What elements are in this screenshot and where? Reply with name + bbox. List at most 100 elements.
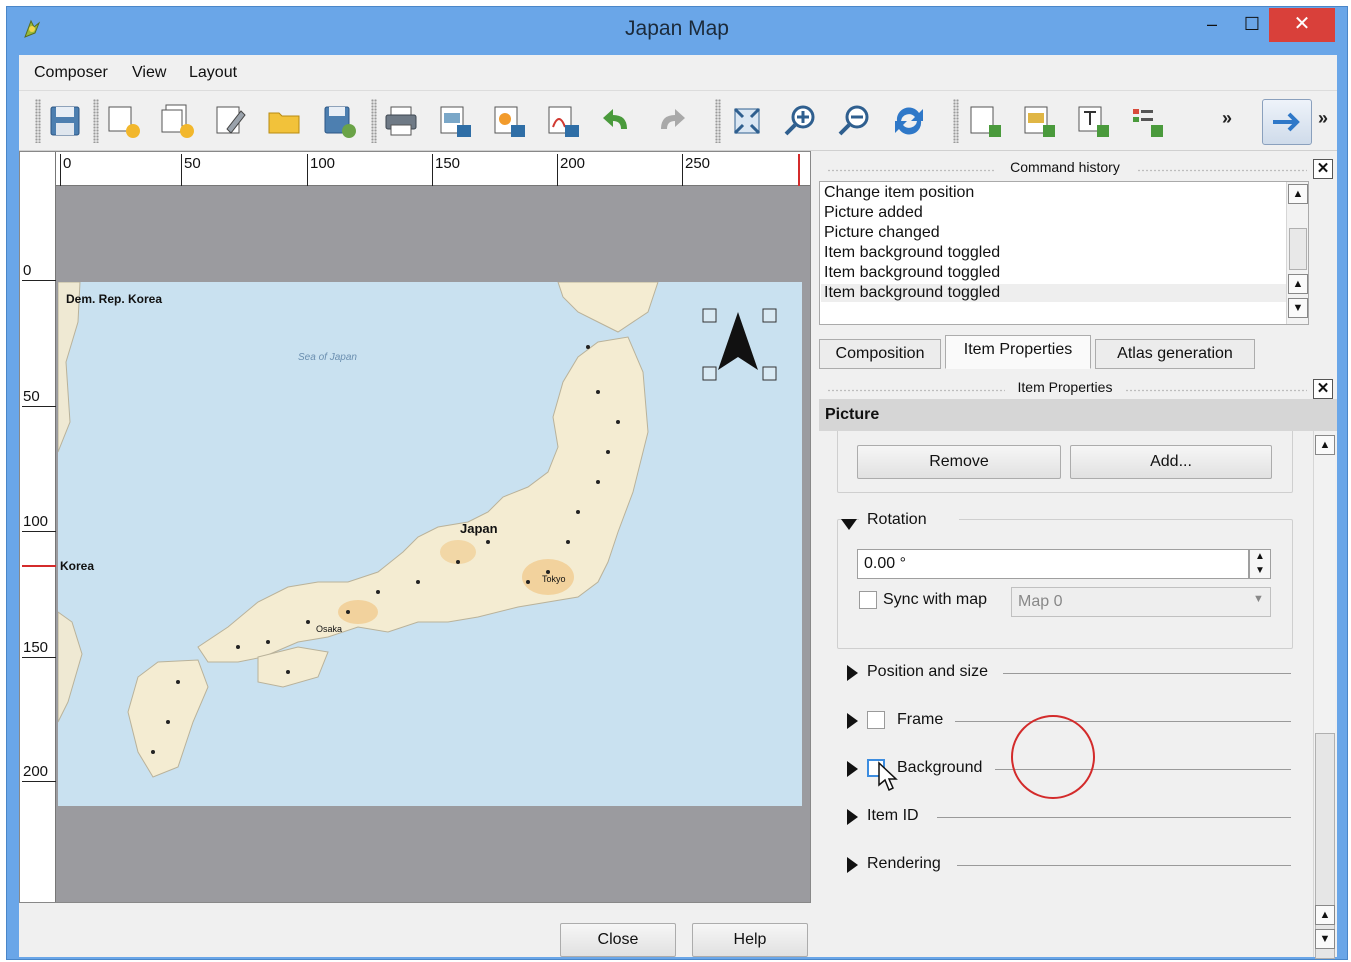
item-properties-close-button[interactable]: ✕ xyxy=(1313,379,1333,399)
zoom-out-icon[interactable] xyxy=(835,101,875,141)
toolbar-grip[interactable] xyxy=(371,99,377,143)
save-template-icon[interactable] xyxy=(319,101,359,141)
rotation-spinner[interactable]: ▲ ▼ xyxy=(1249,549,1271,579)
toolbar-grip[interactable] xyxy=(715,99,721,143)
export-svg-icon[interactable] xyxy=(489,101,529,141)
toolbar-overflow-button-2[interactable]: » xyxy=(1318,108,1328,129)
export-pdf-icon[interactable] xyxy=(543,101,583,141)
japan-map-image xyxy=(58,282,802,806)
history-item[interactable]: Picture added xyxy=(824,204,923,222)
add-button[interactable]: Add... xyxy=(1070,445,1272,479)
properties-scrollbar[interactable]: ▲ ▲ ▼ xyxy=(1313,431,1335,959)
frame-checkbox[interactable] xyxy=(867,711,885,729)
item-id-expand-icon[interactable] xyxy=(847,809,858,825)
position-size-label[interactable]: Position and size xyxy=(867,663,988,681)
scroll-up-button[interactable]: ▲ xyxy=(1288,274,1308,294)
ruler-label: 50 xyxy=(23,388,40,405)
frame-label[interactable]: Frame xyxy=(897,711,943,729)
mouse-cursor-icon xyxy=(878,761,898,792)
zoom-full-icon[interactable] xyxy=(727,101,767,141)
ruler-label: 0 xyxy=(63,155,72,172)
item-properties-title-bar[interactable]: Item Properties xyxy=(819,379,1311,401)
command-history-title-bar[interactable]: Command history xyxy=(819,159,1311,181)
right-dock: Command history ✕ Change item position P… xyxy=(819,151,1337,959)
history-item[interactable]: Picture changed xyxy=(824,224,940,242)
map-label-tokyo: Tokyo xyxy=(542,574,566,584)
duplicate-composer-icon[interactable] xyxy=(157,101,197,141)
menu-view[interactable]: View xyxy=(132,64,166,82)
refresh-icon[interactable] xyxy=(889,101,929,141)
menu-bar: Composer View Layout xyxy=(19,55,1337,91)
help-button[interactable]: Help xyxy=(692,923,808,957)
rotation-collapse-icon[interactable] xyxy=(841,519,857,530)
command-history-close-button[interactable]: ✕ xyxy=(1313,159,1333,179)
map-label-sea: Sea of Japan xyxy=(298,352,357,363)
rendering-label[interactable]: Rendering xyxy=(867,855,941,873)
add-legend-icon[interactable] xyxy=(1127,101,1167,141)
ruler-label: 200 xyxy=(23,763,49,780)
map-label-japan: Japan xyxy=(460,521,498,536)
remove-button[interactable]: Remove xyxy=(857,445,1061,479)
chevron-down-icon: ▼ xyxy=(1253,593,1264,605)
background-expand-icon[interactable] xyxy=(847,761,858,777)
print-icon[interactable] xyxy=(381,101,421,141)
composer-window: Japan Map – ☐ ✕ Composer View Layout » »… xyxy=(6,6,1348,960)
close-window-button[interactable]: ✕ xyxy=(1269,8,1335,42)
annotation-circle xyxy=(1011,715,1095,799)
ruler-label: 50 xyxy=(184,155,201,172)
menu-composer[interactable]: Composer xyxy=(34,64,108,82)
rotation-input[interactable]: 0.00 ° xyxy=(857,549,1249,579)
redo-icon[interactable] xyxy=(651,101,691,141)
history-item-selected[interactable]: Item background toggled xyxy=(821,284,1307,302)
history-item[interactable]: Item background toggled xyxy=(824,264,1000,282)
export-image-icon[interactable] xyxy=(435,101,475,141)
add-label-icon[interactable] xyxy=(1073,101,1113,141)
close-button[interactable]: Close xyxy=(560,923,676,957)
scroll-up-button[interactable]: ▲ xyxy=(1315,905,1335,925)
ruler-label: 100 xyxy=(310,155,336,172)
undo-icon[interactable] xyxy=(597,101,637,141)
item-properties-title: Item Properties xyxy=(1017,379,1113,395)
zoom-in-icon[interactable] xyxy=(781,101,821,141)
open-template-icon[interactable] xyxy=(265,101,305,141)
toolbar-grip[interactable] xyxy=(953,99,959,143)
ruler-label: 200 xyxy=(560,155,586,172)
add-image-icon[interactable] xyxy=(1019,101,1059,141)
map-label-osaka: Osaka xyxy=(316,624,343,634)
new-composer-icon[interactable] xyxy=(103,101,143,141)
composer-manager-icon[interactable] xyxy=(211,101,251,141)
history-scrollbar[interactable]: ▲ ▲ ▼ xyxy=(1286,182,1308,324)
add-map-icon[interactable] xyxy=(965,101,1005,141)
scroll-up-button[interactable]: ▲ xyxy=(1288,184,1308,204)
scroll-down-button[interactable]: ▼ xyxy=(1288,298,1308,318)
scroll-thumb[interactable] xyxy=(1315,733,1335,959)
scroll-down-button[interactable]: ▼ xyxy=(1315,929,1335,949)
toolbar-grip[interactable] xyxy=(93,99,99,143)
tab-composition[interactable]: Composition xyxy=(819,339,941,369)
title-bar[interactable]: Japan Map – ☐ ✕ xyxy=(7,7,1347,55)
north-arrow-picture[interactable] xyxy=(702,308,778,381)
select-move-tool-button[interactable] xyxy=(1262,99,1312,145)
rendering-expand-icon[interactable] xyxy=(847,857,858,873)
map-combo[interactable]: Map 0 xyxy=(1011,587,1271,617)
position-size-expand-icon[interactable] xyxy=(847,665,858,681)
ruler-label: 150 xyxy=(23,639,49,656)
history-item[interactable]: Item background toggled xyxy=(824,244,1000,262)
tab-atlas-generation[interactable]: Atlas generation xyxy=(1095,339,1255,369)
frame-expand-icon[interactable] xyxy=(847,713,858,729)
scroll-thumb[interactable] xyxy=(1289,228,1307,270)
sync-with-map-checkbox[interactable] xyxy=(859,591,877,609)
tab-item-properties[interactable]: Item Properties xyxy=(945,335,1091,369)
item-id-label[interactable]: Item ID xyxy=(867,807,919,825)
menu-layout[interactable]: Layout xyxy=(189,64,237,82)
command-history-list[interactable]: Change item position Picture added Pictu… xyxy=(819,181,1309,325)
toolbar-overflow-button[interactable]: » xyxy=(1222,108,1232,129)
map-label-korea: Korea xyxy=(60,559,95,573)
map-item[interactable]: Dem. Rep. Korea Korea Japan Sea of Japan… xyxy=(58,282,802,806)
save-icon[interactable] xyxy=(45,101,85,141)
scroll-up-button[interactable]: ▲ xyxy=(1315,435,1335,455)
composer-canvas[interactable]: 0 50 100 150 200 250 0 50 100 150 200 De… xyxy=(19,151,811,903)
toolbar-grip[interactable] xyxy=(35,99,41,143)
background-label[interactable]: Background xyxy=(897,759,982,777)
history-item[interactable]: Change item position xyxy=(824,184,974,202)
